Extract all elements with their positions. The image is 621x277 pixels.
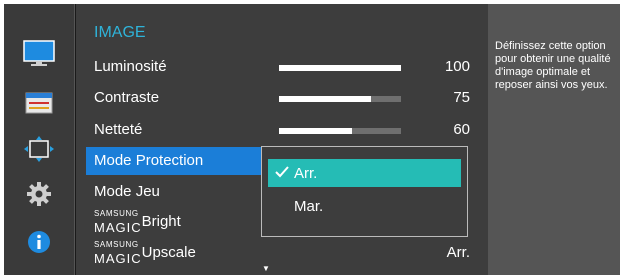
menu-item-brightness[interactable]: Luminosité 100 [76,53,488,83]
option-label: Mar. [294,198,324,215]
onscreen-display-icon[interactable] [22,88,56,118]
slider-fill [279,128,353,134]
brand-small: SAMSUNG [94,209,139,218]
magic-logo: SAMSUNG MAGIC [94,240,142,266]
sharpness-slider[interactable] [279,128,401,134]
eye-saver-options: Arr. Mar. [261,146,468,237]
checkmark-icon [274,164,290,185]
contrast-slider[interactable] [279,96,401,102]
screen-adjust-icon[interactable] [22,134,56,164]
help-panel: Définissez cette option pour obtenir une… [488,4,620,275]
monitor-icon[interactable] [22,39,56,69]
menu-item-sharpness[interactable]: Netteté 60 [76,116,488,146]
magic-logo: SAMSUNG MAGIC [94,209,142,235]
menu-item-value: 75 [453,89,470,106]
menu-item-label: SAMSUNG MAGICBright [94,209,181,235]
option-off[interactable]: Arr. [268,159,461,187]
brightness-slider[interactable] [279,65,401,71]
menu-item-label: Mode Protection [94,152,204,169]
slider-fill [279,65,401,71]
category-sidebar [4,4,74,275]
info-icon[interactable] [22,227,56,257]
menu-item-value: Arr. [446,244,470,261]
menu-item-value: 100 [444,58,470,75]
menu-title: IMAGE [94,24,146,41]
menu-item-label: Netteté [94,121,143,138]
menu-item-label: Mode Jeu [94,183,160,200]
brand-small: SAMSUNG [94,240,139,249]
option-on[interactable]: Mar. [268,192,461,220]
menu-item-label: Luminosité [94,58,167,75]
brand-big: MAGIC [94,220,142,235]
option-label: Arr. [294,165,318,182]
menu-item-label: SAMSUNG MAGICUpscale [94,240,196,266]
menu-item-magic-upscale[interactable]: SAMSUNG MAGICUpscale Arr. [76,239,488,269]
slider-fill [279,96,371,102]
brand-big: MAGIC [94,251,142,266]
menu-item-text: Upscale [141,244,196,261]
help-text: Définissez cette option pour obtenir une… [495,40,611,91]
menu-item-label: Contraste [94,89,160,106]
gear-icon[interactable] [22,179,56,209]
menu-item-value: 60 [453,121,470,138]
menu-item-text: Bright [141,213,181,230]
menu-item-contrast[interactable]: Contraste 75 [76,84,488,114]
scroll-down-indicator[interactable]: ▼ [262,264,270,273]
osd-screen: IMAGE Luminosité 100 Contraste 75 Nettet… [4,4,620,275]
